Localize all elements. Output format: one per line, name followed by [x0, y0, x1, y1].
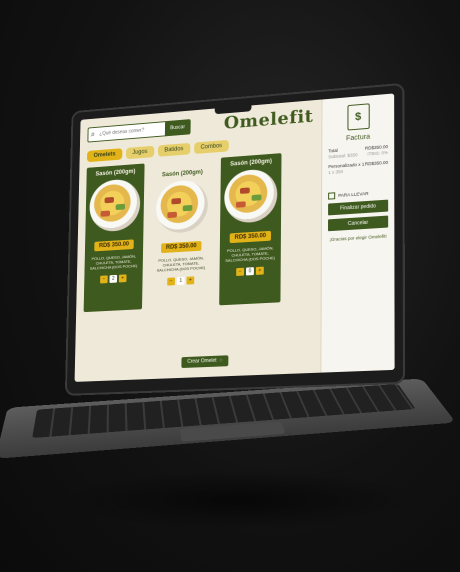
tab-jugos[interactable]: Jugos: [125, 145, 155, 160]
search-input[interactable]: [97, 124, 166, 138]
takeaway-label: PARA LLEVAR: [338, 190, 369, 198]
increment-button[interactable]: +: [255, 266, 264, 275]
invoice-title: Factura: [346, 133, 371, 143]
omelet-image: [224, 167, 278, 225]
decrement-button[interactable]: −: [167, 277, 176, 286]
quantity-stepper: − 0 +: [223, 266, 276, 277]
item-sub: 1 x 350: [328, 169, 344, 176]
quantity-value: 0: [245, 267, 254, 276]
product-description: POLLO, QUESO, JAMÓN, CHULETA, TOMATE, SA…: [89, 253, 138, 271]
search-button[interactable]: Buscar: [165, 119, 190, 135]
menu-area: ⌕ Buscar Omelefit Omelets Jugos Batidos …: [75, 100, 322, 382]
product-title: Sasón (200gm): [161, 169, 203, 179]
decrement-button[interactable]: −: [236, 267, 245, 277]
screen: ⌕ Buscar Omelefit Omelets Jugos Batidos …: [74, 93, 395, 382]
product-title: Sasón (200gm): [230, 158, 272, 168]
subtotal-value: ITBIS: 0%: [367, 150, 389, 157]
takeaway-checkbox[interactable]: PARA LLEVAR: [328, 189, 388, 200]
laptop-shadow: [60, 470, 420, 530]
thanks-message: ¡Gracias por elegir Omelefit!: [329, 233, 387, 243]
laptop-lid: ⌕ Buscar Omelefit Omelets Jugos Batidos …: [64, 82, 406, 396]
omelet-image: [89, 177, 141, 233]
decrement-button[interactable]: −: [100, 275, 108, 284]
quantity-value: 1: [176, 276, 185, 286]
increment-button[interactable]: +: [186, 276, 195, 285]
finish-order-button[interactable]: Finalizar pedido: [328, 199, 389, 216]
create-omelet-button[interactable]: Crear Omelet ◌: [181, 355, 229, 369]
product-card[interactable]: Sasón (200gm) RD$ 350.00 POLLO, QUESO, J…: [83, 163, 145, 313]
cancel-button[interactable]: Cancelar: [327, 215, 389, 232]
search-icon: ⌕: [90, 129, 96, 139]
product-card[interactable]: Sasón (200gm) RD$ 350.00 POLLO, QUESO, J…: [219, 153, 282, 306]
total-label: Total: [328, 147, 338, 154]
quantity-stepper: − 1 +: [154, 276, 208, 287]
quantity-stepper: − 2 +: [88, 274, 139, 285]
invoice-panel: $ Factura Total RD$350.00 Subtotal: $350…: [320, 93, 395, 373]
receipt-icon: $: [346, 103, 370, 131]
checkbox-box[interactable]: [328, 192, 336, 200]
product-description: POLLO, QUESO, JAMÓN, CHULETA, TOMATE, SA…: [156, 255, 206, 273]
price-badge: RD$ 350.00: [229, 230, 272, 244]
price-badge: RD$ 350.00: [94, 239, 134, 252]
product-description: POLLO, QUESO, JAMÓN, CHULETA, TOMATE, SA…: [225, 245, 276, 263]
tab-combos[interactable]: Combos: [193, 139, 229, 155]
product-cards: Sasón (200gm) RD$ 350.00 POLLO, QUESO, J…: [83, 151, 313, 318]
create-omelet-label: Crear Omelet: [187, 357, 217, 365]
omelefit-app: ⌕ Buscar Omelefit Omelets Jugos Batidos …: [75, 93, 395, 381]
increment-button[interactable]: +: [118, 274, 127, 283]
tab-batidos[interactable]: Batidos: [157, 142, 191, 157]
price-badge: RD$ 350.00: [161, 240, 202, 254]
subtotal-label: Subtotal: $350: [328, 152, 358, 160]
tab-omelets[interactable]: Omelets: [86, 148, 123, 163]
omelet-image: [155, 178, 209, 235]
product-title: Sasón (200gm): [95, 168, 136, 178]
product-card[interactable]: Sasón (200gm) RD$ 350.00 POLLO, QUESO, J…: [150, 164, 214, 315]
quantity-value: 2: [109, 274, 118, 283]
egg-icon: ◌: [219, 357, 223, 364]
search-bar: ⌕ Buscar: [87, 118, 191, 143]
